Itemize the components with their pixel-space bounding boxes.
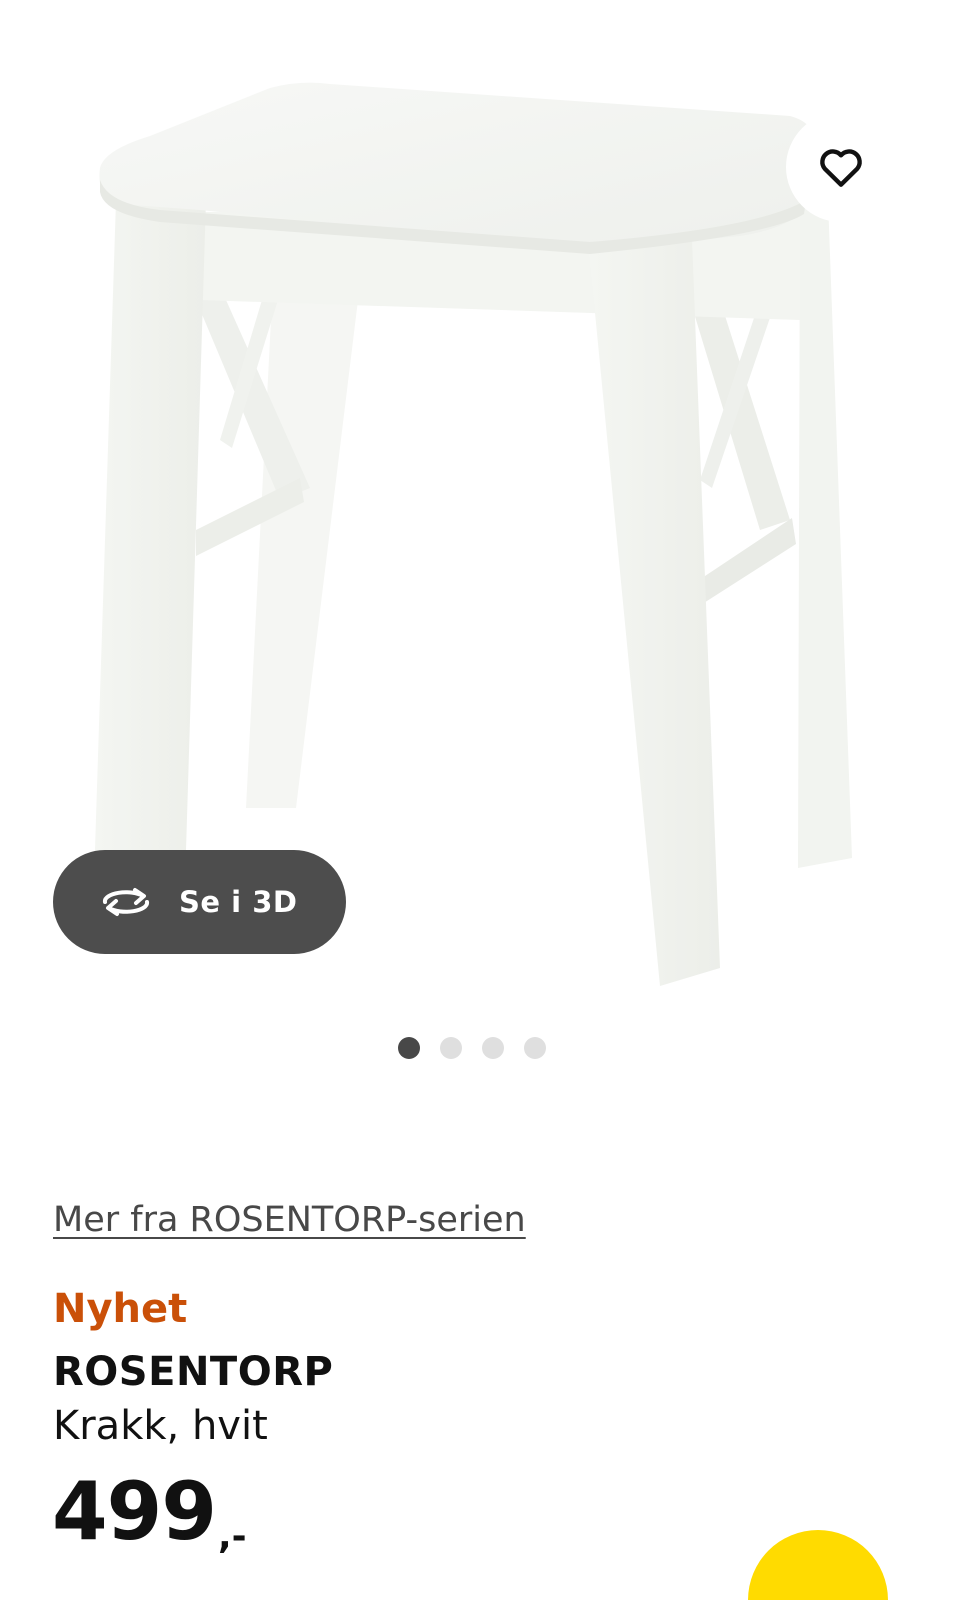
- gallery-dot-3[interactable]: [482, 1037, 504, 1059]
- price-suffix: ,-: [218, 1516, 247, 1557]
- gallery-dot-2[interactable]: [440, 1037, 462, 1059]
- series-link[interactable]: Mer fra ROSENTORP-serien: [53, 1200, 526, 1240]
- add-to-cart-button[interactable]: [748, 1530, 888, 1600]
- favorite-button[interactable]: [786, 112, 896, 222]
- product-description: Krakk, hvit: [53, 1403, 268, 1449]
- product-name: ROSENTORP: [53, 1349, 334, 1395]
- gallery-pagination: [398, 1037, 546, 1059]
- product-image-gallery[interactable]: Se i 3D: [0, 0, 960, 1010]
- product-price: 499 ,-: [52, 1465, 247, 1558]
- gallery-dot-1[interactable]: [398, 1037, 420, 1059]
- product-page: Se i 3D Mer fra ROSENTORP-serien Nyhet R…: [0, 0, 960, 1600]
- gallery-dot-4[interactable]: [524, 1037, 546, 1059]
- view-in-3d-button[interactable]: Se i 3D: [53, 850, 346, 954]
- heart-icon: [820, 149, 862, 187]
- new-badge: Nyhet: [53, 1286, 188, 1332]
- rotate-3d-icon: [102, 888, 150, 916]
- price-integer: 499: [52, 1465, 217, 1558]
- view-in-3d-label: Se i 3D: [179, 885, 298, 919]
